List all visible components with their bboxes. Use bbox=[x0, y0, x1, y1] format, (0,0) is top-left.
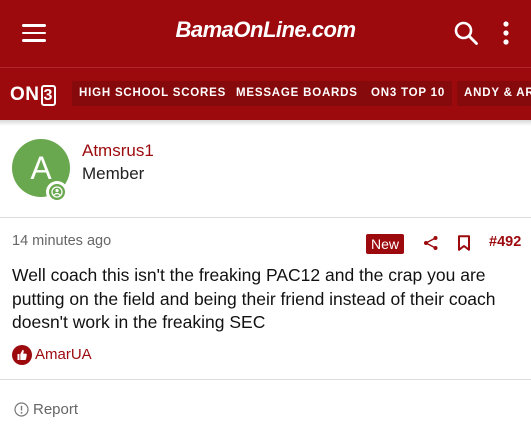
tab-andy-and-ari[interactable]: ANDY & ARI bbox=[457, 81, 531, 106]
divider bbox=[0, 379, 531, 380]
on3-logo[interactable]: ON 3 bbox=[10, 84, 56, 106]
thumbs-up-icon[interactable] bbox=[12, 345, 32, 365]
vertical-dots-icon[interactable] bbox=[498, 20, 514, 46]
new-badge: New bbox=[366, 234, 405, 254]
nav-shadow bbox=[0, 120, 531, 126]
divider bbox=[0, 217, 531, 218]
tab-message-boards[interactable]: MESSAGE BOARDS bbox=[229, 81, 365, 106]
post-body: Well coach this isn't the freaking PAC12… bbox=[12, 265, 496, 332]
tab-high-school-scores[interactable]: HIGH SCHOOL SCORES bbox=[72, 81, 234, 106]
site-logo[interactable]: BamaOnLine.com bbox=[0, 17, 531, 43]
online-status-icon bbox=[46, 181, 68, 203]
author-role: Member bbox=[82, 164, 145, 183]
post-number-link[interactable]: #492 bbox=[489, 234, 521, 250]
post-timestamp[interactable]: 14 minutes ago bbox=[12, 233, 111, 249]
section-nav: ON 3 HIGH SCHOOL SCORES MESSAGE BOARDS ON… bbox=[0, 67, 531, 120]
search-icon[interactable] bbox=[453, 20, 479, 46]
top-bar: BamaOnLine.com bbox=[0, 0, 531, 67]
share-icon[interactable] bbox=[423, 235, 439, 251]
author-username[interactable]: Atmsrus1 bbox=[82, 141, 154, 161]
tab-on3-top-10[interactable]: ON3 TOP 10 bbox=[364, 81, 453, 106]
report-label: Report bbox=[33, 401, 79, 418]
reaction-user[interactable]: AmarUA bbox=[35, 346, 92, 363]
alert-circle-icon bbox=[14, 402, 29, 417]
bookmark-icon[interactable] bbox=[457, 235, 471, 251]
